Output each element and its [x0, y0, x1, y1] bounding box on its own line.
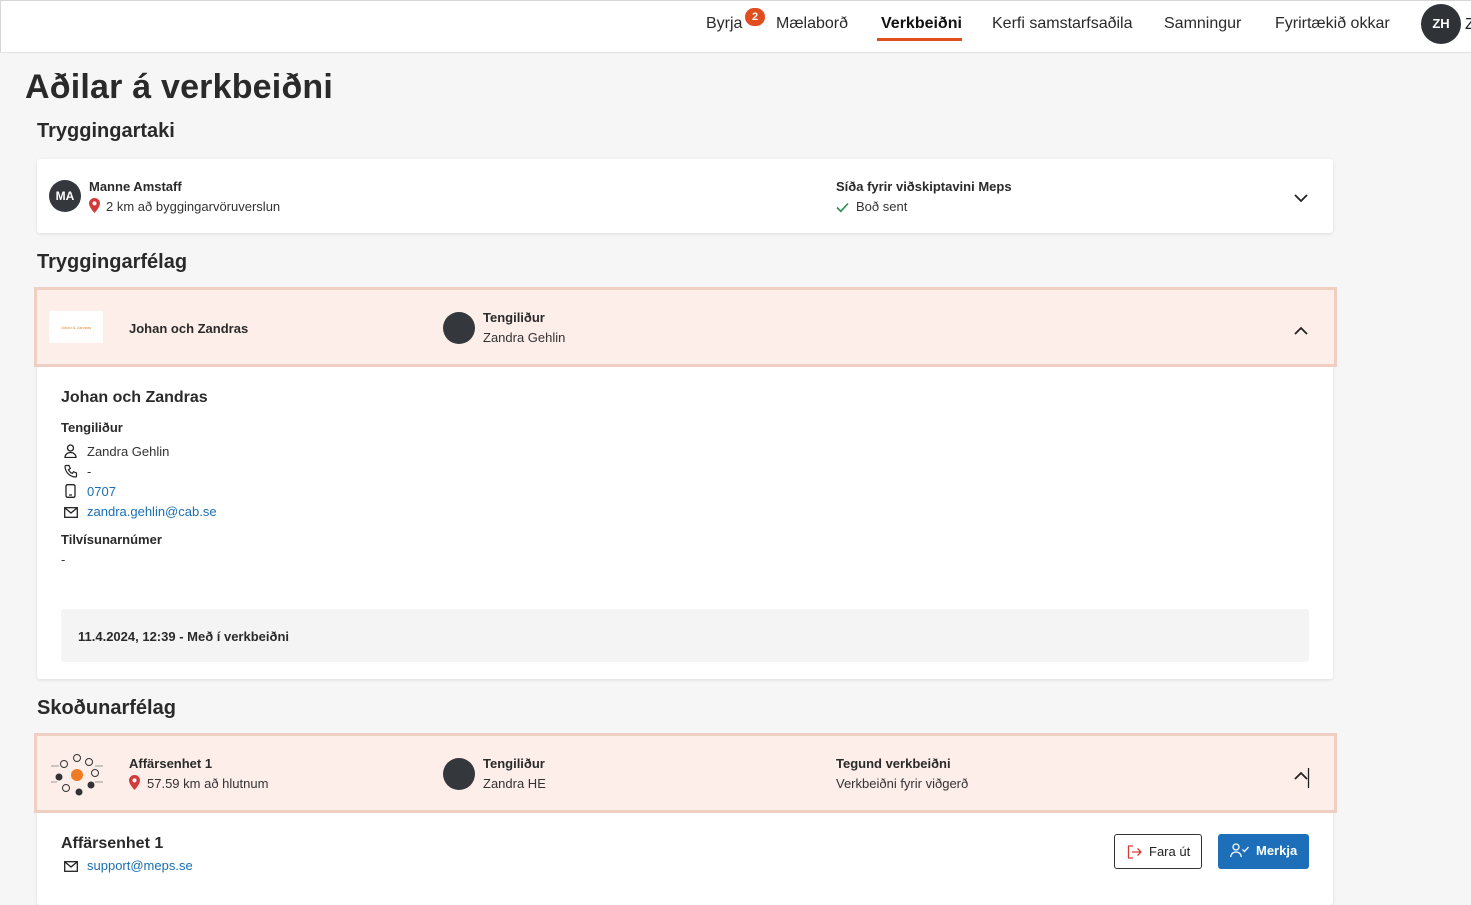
location-pin-icon	[89, 198, 100, 218]
leave-button[interactable]: Fara út	[1114, 834, 1202, 869]
section-title-inspector: Skoðunarfélag	[37, 697, 176, 719]
work-order-type-label: Tegund verkbeiðni	[836, 756, 951, 771]
page-title: Aðilar á verkbeiðni	[25, 68, 334, 106]
inspector-card-header[interactable]: Affärsenhet 1 57.59 km að hlutnum Tengil…	[34, 733, 1337, 813]
insurer-detail-phone: -	[87, 464, 92, 479]
person-icon	[64, 444, 77, 463]
policyholder-avatar: MA	[49, 180, 81, 212]
top-navigation-bar: Byrja 2 Mælaborð Verkbeiðni Kerfi samsta…	[0, 0, 1471, 53]
insurer-logo-text: Johan & Zandras	[61, 325, 91, 330]
reference-number-value: -	[61, 552, 66, 567]
inspector-name: Affärsenhet 1	[129, 756, 213, 771]
leave-button-label: Fara út	[1149, 844, 1191, 859]
email-icon	[64, 859, 78, 877]
customer-page-label: Síða fyrir viðskiptavini Meps	[836, 179, 1012, 194]
insurer-detail-person: Zandra Gehlin	[87, 444, 170, 459]
person-check-icon	[1230, 843, 1250, 861]
contact-label: Tengiliður	[483, 756, 545, 771]
invite-status: Boð sent	[856, 199, 908, 214]
inspector-logo	[49, 752, 105, 798]
chevron-up-icon[interactable]	[1294, 768, 1310, 793]
phone-icon	[64, 464, 78, 483]
exit-icon	[1127, 845, 1142, 862]
insurer-detail-title: Johan och Zandras	[61, 389, 208, 406]
insurer-detail-contact-label: Tengiliður	[61, 420, 123, 435]
active-nav-indicator	[877, 38, 962, 41]
contact-avatar	[443, 312, 475, 344]
user-name-truncated[interactable]: Z	[1465, 16, 1471, 34]
mobile-icon	[65, 484, 76, 503]
section-title-insurer: Tryggingarfélag	[37, 251, 188, 273]
contact-name: Zandra Gehlin	[483, 330, 566, 345]
policyholder-card[interactable]: MA Manne Amstaff 2 km að byggingarvöruve…	[37, 159, 1333, 233]
inspector-detail-email-link[interactable]: support@meps.se	[87, 858, 193, 873]
nav-item-partner-systems[interactable]: Kerfi samstarfsaðila	[992, 15, 1133, 33]
assign-button[interactable]: Merkja	[1218, 834, 1309, 869]
history-entry: 11.4.2024, 12:39 - Með í verkbeiðni	[61, 609, 1309, 662]
chevron-up-icon[interactable]	[1294, 322, 1308, 340]
policyholder-name: Manne Amstaff	[89, 179, 182, 194]
work-order-type-value: Verkbeiðni fyrir viðgerð	[836, 776, 969, 791]
nav-item-our-company[interactable]: Fyrirtækið okkar	[1275, 15, 1390, 33]
checkmark-icon	[836, 200, 849, 218]
insurer-detail-email-link[interactable]: zandra.gehlin@cab.se	[87, 504, 217, 519]
section-title-policyholder: Tryggingartaki	[37, 120, 175, 142]
contact-label: Tengiliður	[483, 310, 545, 325]
nav-item-home[interactable]: Byrja	[706, 15, 742, 33]
insurer-card-header[interactable]: Johan & Zandras Johan och Zandras Tengil…	[34, 287, 1337, 367]
contact-name: Zandra HE	[483, 776, 546, 791]
insurer-logo: Johan & Zandras	[49, 311, 103, 343]
location-pin-icon	[129, 775, 140, 795]
contact-avatar	[443, 758, 475, 790]
notification-badge: 2	[745, 8, 765, 26]
insurer-detail-mobile-link[interactable]: 0707	[87, 484, 116, 499]
chevron-down-icon[interactable]	[1294, 190, 1308, 208]
assign-button-label: Merkja	[1256, 843, 1298, 858]
policyholder-distance: 2 km að byggingarvöruverslun	[106, 199, 281, 214]
reference-number-label: Tilvísunarnúmer	[61, 532, 162, 547]
nav-item-agreement[interactable]: Samningur	[1164, 15, 1241, 33]
inspector-distance: 57.59 km að hlutnum	[147, 776, 269, 791]
history-entry-text: 11.4.2024, 12:39 - Með í verkbeiðni	[78, 629, 290, 644]
nav-item-work-orders[interactable]: Verkbeiðni	[881, 15, 962, 33]
nav-item-dashboard[interactable]: Mælaborð	[776, 15, 848, 33]
inspector-detail-title: Affärsenhet 1	[61, 835, 164, 852]
email-icon	[64, 505, 78, 523]
insurer-name: Johan och Zandras	[129, 321, 249, 336]
user-avatar[interactable]: ZH	[1421, 4, 1461, 44]
